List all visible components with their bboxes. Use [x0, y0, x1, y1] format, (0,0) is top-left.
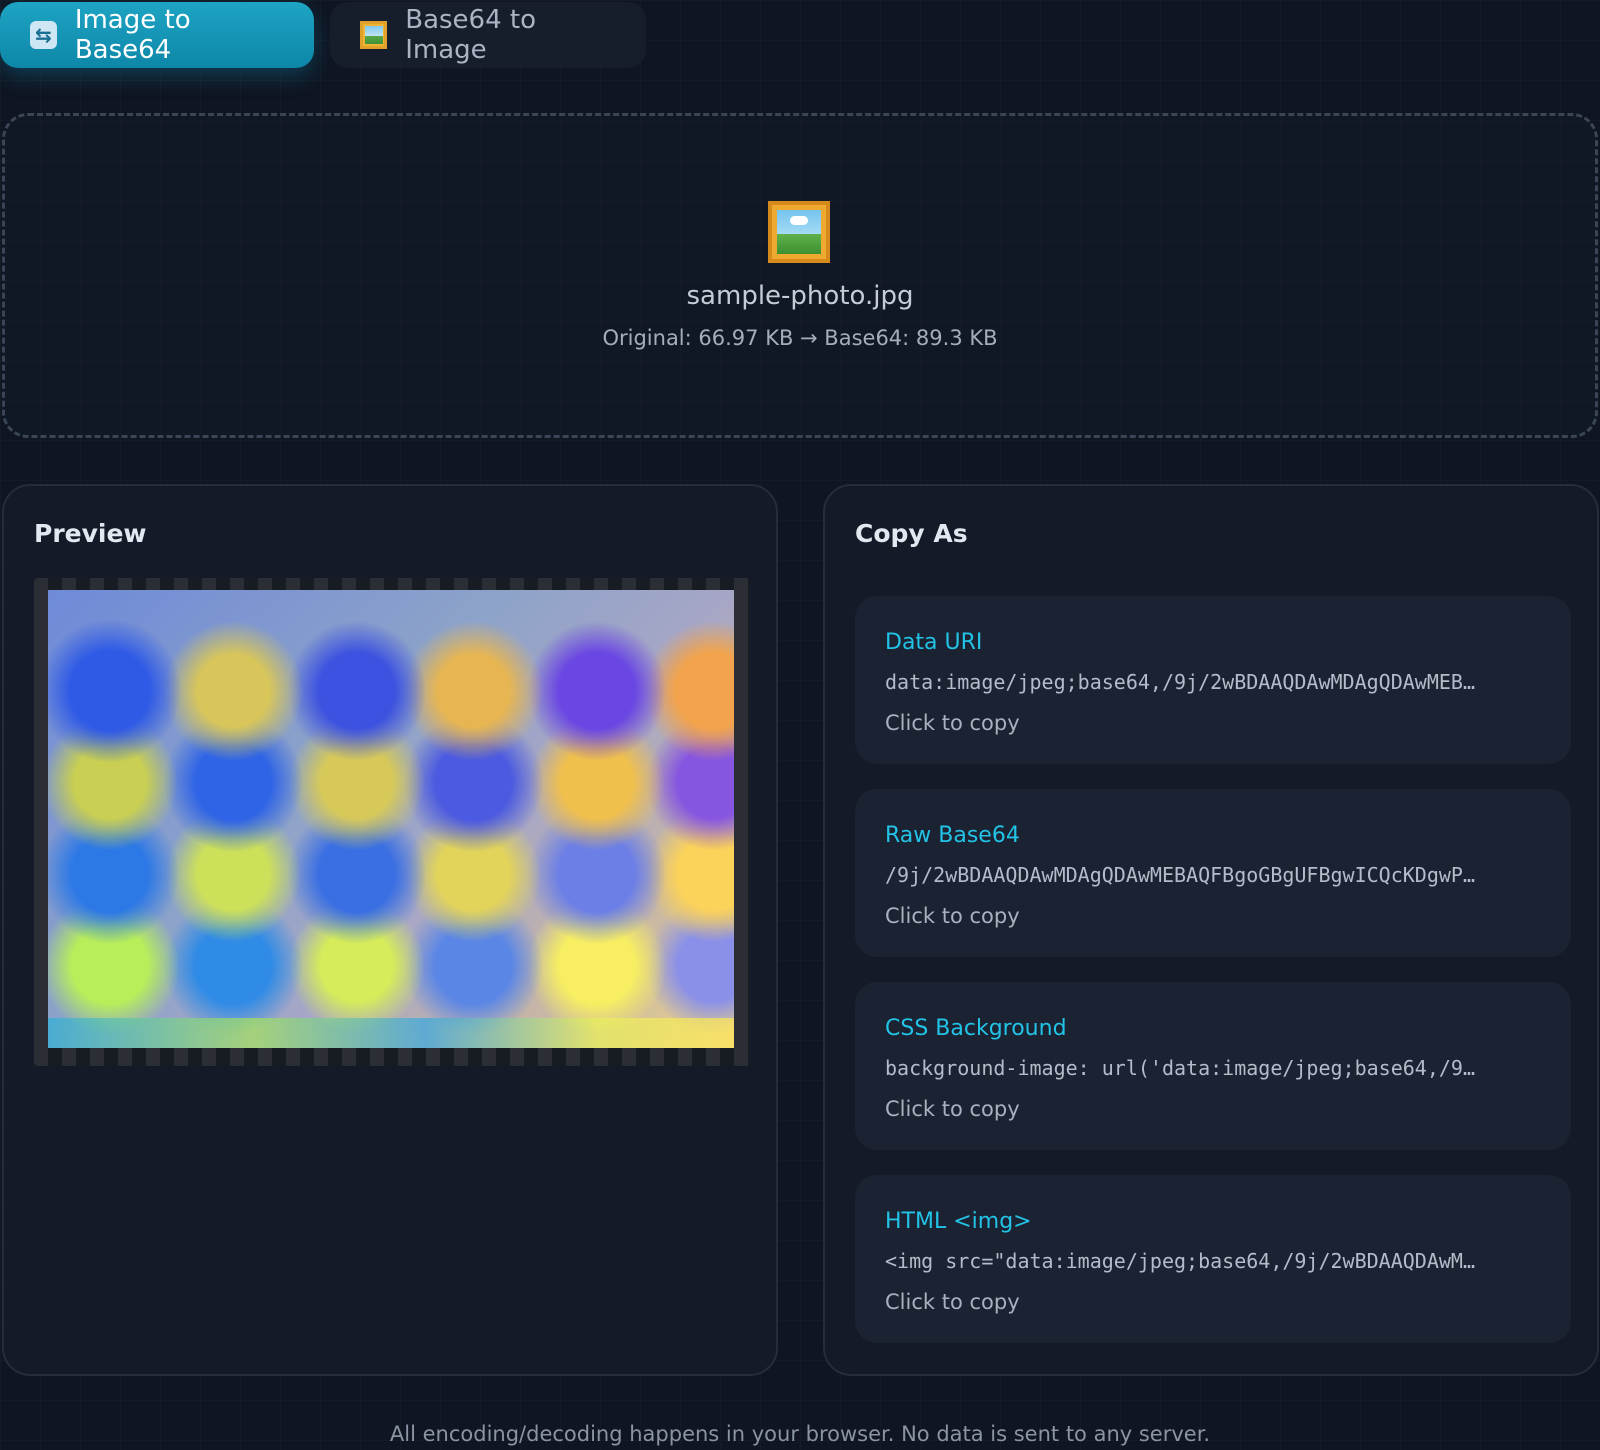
- copy-as-title: Copy As: [855, 519, 968, 548]
- copy-format-label: Raw Base64: [885, 823, 1020, 848]
- tab-base64-to-image[interactable]: Base64 to Image: [330, 2, 646, 68]
- sync-icon: ⇆: [30, 21, 57, 49]
- copy-hint: Click to copy: [885, 904, 1020, 928]
- framed-picture-icon: [360, 21, 388, 49]
- copy-css-background-card[interactable]: CSS Background background-image: url('da…: [855, 982, 1571, 1150]
- preview-panel: Preview: [2, 484, 778, 1376]
- file-size-summary: Original: 66.97 KB → Base64: 89.3 KB: [602, 326, 998, 350]
- copy-format-label: HTML <img>: [885, 1209, 1032, 1234]
- tab-label: Base64 to Image: [405, 5, 536, 65]
- copy-format-value: <img src="data:image/jpeg;base64,/9j/2wB…: [885, 1249, 1476, 1273]
- copy-hint: Click to copy: [885, 711, 1020, 735]
- copy-format-value: data:image/jpeg;base64,/9j/2wBDAAQDAwMDA…: [885, 670, 1476, 694]
- preview-title: Preview: [34, 519, 147, 548]
- file-name: sample-photo.jpg: [686, 281, 914, 311]
- copy-as-panel: Copy As Data URI data:image/jpeg;base64,…: [823, 484, 1599, 1376]
- copy-format-label: CSS Background: [885, 1016, 1067, 1041]
- copy-format-value: /9j/2wBDAAQDAwMDAgQDAwMEBAQFBgoGBgUFBgwI…: [885, 863, 1476, 887]
- preview-image: [48, 590, 734, 1048]
- copy-hint: Click to copy: [885, 1290, 1020, 1314]
- copy-format-value: background-image: url('data:image/jpeg;b…: [885, 1056, 1476, 1080]
- mode-tabs: ⇆ Image to Base64 Base64 to Image: [0, 2, 646, 68]
- copy-html-img-card[interactable]: HTML <img> <img src="data:image/jpeg;bas…: [855, 1175, 1571, 1343]
- copy-data-uri-card[interactable]: Data URI data:image/jpeg;base64,/9j/2wBD…: [855, 596, 1571, 764]
- copy-hint: Click to copy: [885, 1097, 1020, 1121]
- file-drop-zone[interactable]: [2, 113, 1598, 438]
- tab-image-to-base64[interactable]: ⇆ Image to Base64: [0, 2, 314, 68]
- tab-label: Image to Base64: [74, 5, 191, 65]
- copy-format-label: Data URI: [885, 630, 983, 655]
- framed-picture-icon: [768, 201, 830, 263]
- copy-raw-base64-card[interactable]: Raw Base64 /9j/2wBDAAQDAwMDAgQDAwMEBAQFB…: [855, 789, 1571, 957]
- privacy-footer-note: All encoding/decoding happens in your br…: [389, 1422, 1211, 1446]
